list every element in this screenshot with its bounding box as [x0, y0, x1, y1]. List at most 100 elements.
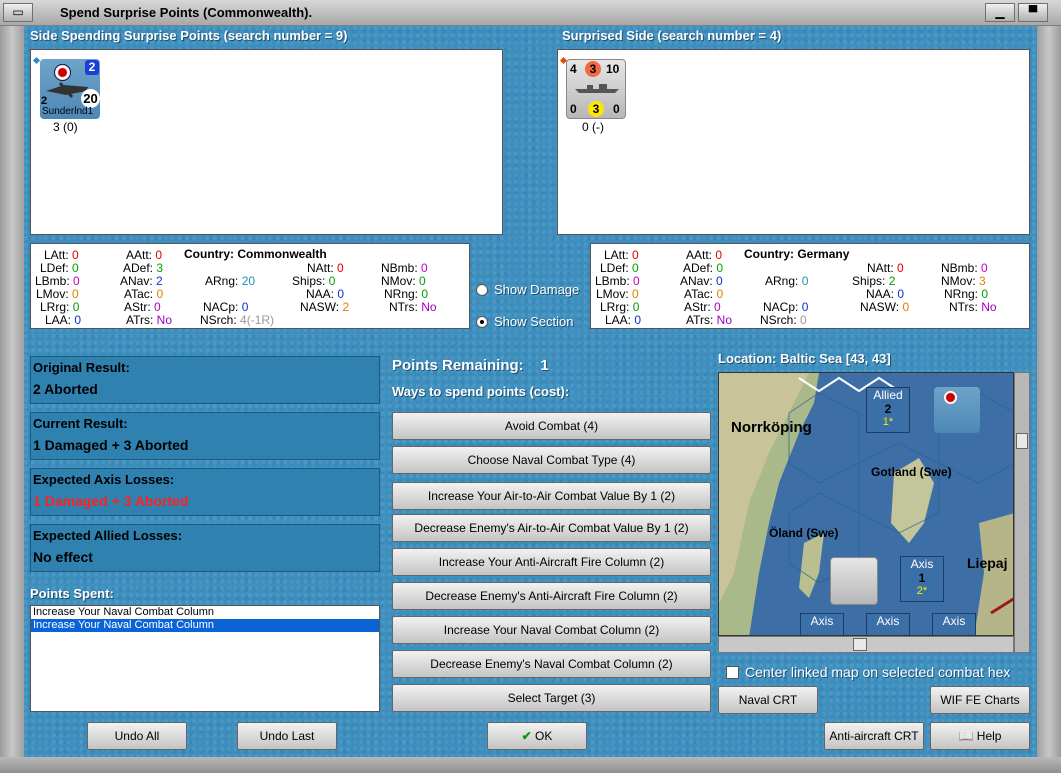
stat-anav: 2: [156, 274, 163, 288]
maximize-button[interactable]: ▀: [1018, 3, 1048, 22]
map-unit-naval[interactable]: [830, 557, 878, 605]
unit-counter-sunderland[interactable]: 2 20 2 Sunderlnd1: [40, 59, 100, 119]
avoid-combat-button[interactable]: Avoid Combat (4): [392, 412, 711, 440]
stat-label: NACp:: [203, 300, 239, 314]
stat-laa: 0: [74, 313, 82, 327]
stat-label: NTrs:: [949, 300, 978, 314]
stat-latt: 0: [632, 248, 639, 262]
stat-arng: 0: [801, 274, 809, 288]
list-item[interactable]: Increase Your Naval Combat Column: [31, 606, 379, 619]
center-map-checkbox[interactable]: Center linked map on selected combat hex: [726, 664, 1010, 680]
axis-stack-box-2[interactable]: Axis: [800, 613, 844, 635]
stat-label: Ships:: [292, 274, 326, 288]
original-result-title: Original Result:: [33, 360, 130, 375]
show-damage-radio[interactable]: Show Damage: [476, 282, 579, 297]
radio-selected-icon: [476, 316, 488, 328]
stat-label: ATac:: [684, 287, 714, 301]
points-remaining: Points Remaining: 1: [392, 357, 549, 374]
minimize-button[interactable]: ▁: [985, 3, 1015, 22]
map-unit-sunderland[interactable]: [934, 387, 980, 433]
wif-fe-charts-button[interactable]: WIF FE Charts: [930, 686, 1030, 714]
stat-label: NRng:: [944, 287, 979, 301]
unit-top-b: 3: [585, 61, 601, 77]
stat-label: NSrch:: [760, 313, 797, 327]
stat-atac: 0: [716, 287, 724, 301]
show-damage-label: Show Damage: [494, 282, 580, 297]
decrease-enemy-naval-combat-button[interactable]: Decrease Enemy's Naval Combat Column (2): [392, 650, 711, 678]
stat-label: AAtt:: [126, 248, 153, 262]
stat-label: LMov:: [596, 287, 629, 301]
show-section-radio[interactable]: Show Section: [476, 314, 574, 329]
stat-nsrch: 4(-1R): [240, 313, 275, 327]
stat-label: LAA:: [45, 313, 72, 327]
spending-side-header: Side Spending Surprise Points (search nu…: [30, 28, 348, 43]
country-label: Country:: [744, 247, 794, 261]
stat-atac: 0: [156, 287, 164, 301]
stat-label: NMov:: [941, 274, 976, 288]
scroll-thumb[interactable]: [853, 638, 867, 651]
stat-label: NTrs:: [389, 300, 418, 314]
scroll-thumb[interactable]: [1016, 433, 1028, 449]
country-name: Germany: [797, 247, 850, 261]
anti-aircraft-crt-button[interactable]: Anti-aircraft CRT: [824, 722, 924, 750]
stat-label: ARng:: [205, 274, 239, 288]
undo-last-button[interactable]: Undo Last: [237, 722, 337, 750]
undo-all-button[interactable]: Undo All: [87, 722, 187, 750]
naval-crt-button[interactable]: Naval CRT: [718, 686, 818, 714]
system-menu-button[interactable]: ▭: [3, 3, 33, 22]
stat-label: AStr:: [684, 300, 711, 314]
unit-counter-naval[interactable]: 4 3 10 0 3 0: [566, 59, 626, 119]
radio-icon: [476, 284, 488, 296]
map-place-norrkoping: Norrköping: [731, 419, 812, 436]
increase-air-to-air-button[interactable]: Increase Your Air-to-Air Combat Value By…: [392, 482, 711, 510]
unit-caption: 0 (-): [582, 120, 604, 134]
stat-natt: 0: [337, 261, 344, 275]
points-remaining-label: Points Remaining:: [392, 357, 524, 374]
axis-stack-box-4[interactable]: Axis: [932, 613, 976, 635]
stat-lbmb: 0: [633, 274, 640, 288]
map-horizontal-scrollbar[interactable]: [718, 636, 1014, 653]
stat-label: NBmb:: [941, 261, 978, 275]
increase-anti-aircraft-button[interactable]: Increase Your Anti-Aircraft Fire Column …: [392, 548, 711, 576]
increase-naval-combat-button[interactable]: Increase Your Naval Combat Column (2): [392, 616, 711, 644]
points-remaining-value: 1: [540, 357, 549, 374]
choose-naval-combat-type-button[interactable]: Choose Naval Combat Type (4): [392, 446, 711, 474]
decrease-enemy-air-to-air-button[interactable]: Decrease Enemy's Air-to-Air Combat Value…: [392, 514, 711, 542]
stat-label: ADef:: [683, 261, 714, 275]
country-label: Country:: [184, 247, 234, 261]
stat-nasw: 2: [342, 300, 350, 314]
unit-range-tag: 2: [85, 60, 99, 75]
box-side: Allied: [873, 388, 903, 402]
stat-label: ANav:: [680, 274, 713, 288]
list-item-selected[interactable]: Increase Your Naval Combat Column: [31, 619, 379, 632]
ok-button[interactable]: ✔ OK: [487, 722, 587, 750]
help-button[interactable]: 📖 Help: [930, 722, 1030, 750]
location-map[interactable]: Norrköping Gotland (Swe) Öland (Swe) Lie…: [718, 372, 1014, 636]
axis-stack-box[interactable]: Axis 1 2*: [900, 556, 944, 602]
decrease-enemy-anti-aircraft-button[interactable]: Decrease Enemy's Anti-Aircraft Fire Colu…: [392, 582, 711, 610]
map-vertical-scrollbar[interactable]: [1014, 372, 1030, 653]
axis-stack-box-3[interactable]: Axis: [866, 613, 910, 635]
stat-ldef: 0: [632, 261, 639, 275]
stat-nacp: 0: [801, 300, 809, 314]
stat-aatt: 0: [155, 248, 163, 262]
current-result-title: Current Result:: [33, 416, 128, 431]
stat-label: NASW:: [300, 300, 340, 314]
allied-stack-box[interactable]: Allied 2 1*: [866, 387, 910, 433]
stat-label: AStr:: [124, 300, 151, 314]
title-bar: ▭ Spend Surprise Points (Commonwealth). …: [0, 0, 1061, 26]
stat-ldef: 0: [72, 261, 79, 275]
points-spent-list[interactable]: Increase Your Naval Combat Column Increa…: [30, 605, 380, 712]
select-target-button[interactable]: Select Target (3): [392, 684, 711, 712]
box-side: Axis: [942, 614, 966, 628]
stat-ships: 2: [888, 274, 896, 288]
stat-label: ARng:: [765, 274, 799, 288]
stat-ntrs: No: [421, 300, 437, 314]
stats-commonwealth: LAtt: 0 LDef: 0 LBmb: 0 LMov: 0 LRrg: 0 …: [30, 243, 470, 329]
stat-aatt: 0: [715, 248, 723, 262]
stat-label: LMov:: [36, 287, 69, 301]
stat-natt: 0: [897, 261, 904, 275]
window-frame-bottom: [0, 757, 1061, 773]
warship-icon: [575, 84, 619, 93]
unit-top-a: 4: [570, 62, 577, 76]
